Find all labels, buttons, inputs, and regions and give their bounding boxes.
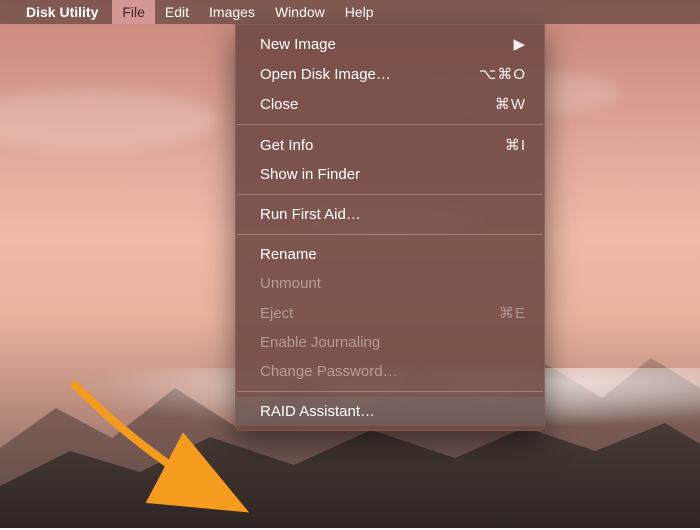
menu-item-run-first-aid[interactable]: Run First Aid…: [236, 200, 544, 229]
menu-item-close[interactable]: Close ⌘W: [236, 89, 544, 119]
menu-item-shortcut: ⌘W: [495, 95, 526, 113]
menu-item-label: Eject: [260, 305, 293, 322]
menu-item-label: RAID Assistant…: [260, 403, 375, 420]
menu-item-shortcut: ⌥⌘O: [479, 65, 526, 83]
menu-item-label: Run First Aid…: [260, 206, 361, 223]
menu-item-rename[interactable]: Rename: [236, 240, 544, 269]
menu-item-label: New Image: [260, 36, 336, 53]
menu-edit[interactable]: Edit: [155, 0, 199, 24]
menu-item-enable-journaling: Enable Journaling: [236, 328, 544, 357]
menu-item-show-in-finder[interactable]: Show in Finder: [236, 160, 544, 189]
menu-window[interactable]: Window: [265, 0, 335, 24]
menu-item-new-image[interactable]: New Image ▶: [236, 29, 544, 59]
menu-item-label: Get Info: [260, 137, 313, 154]
menu-item-shortcut: ⌘E: [499, 304, 526, 322]
menu-item-label: Open Disk Image…: [260, 66, 391, 83]
menu-item-shortcut: ⌘I: [505, 136, 526, 154]
menu-item-eject: Eject ⌘E: [236, 298, 544, 328]
menu-images[interactable]: Images: [199, 0, 265, 24]
submenu-arrow-icon: ▶: [513, 35, 526, 53]
file-menu-dropdown: New Image ▶ Open Disk Image… ⌥⌘O Close ⌘W Get …: [235, 24, 545, 431]
menu-item-open-disk-image[interactable]: Open Disk Image… ⌥⌘O: [236, 59, 544, 89]
menu-item-label: Unmount: [260, 275, 321, 292]
menu-item-change-password: Change Password…: [236, 357, 544, 386]
menu-item-label: Close: [260, 96, 298, 113]
menu-bar: Disk Utility File Edit Images Window Hel…: [0, 0, 700, 24]
app-name[interactable]: Disk Utility: [26, 4, 98, 20]
menu-help[interactable]: Help: [335, 0, 384, 24]
menu-file[interactable]: File: [112, 0, 155, 24]
menu-item-label: Enable Journaling: [260, 334, 380, 351]
menu-item-label: Change Password…: [260, 363, 398, 380]
menu-item-get-info[interactable]: Get Info ⌘I: [236, 130, 544, 160]
menu-item-label: Rename: [260, 246, 317, 263]
menu-separator: [237, 391, 543, 392]
menu-item-label: Show in Finder: [260, 166, 360, 183]
cloud-decoration: [0, 90, 220, 150]
menu-separator: [237, 124, 543, 125]
menu-separator: [237, 194, 543, 195]
menu-separator: [237, 234, 543, 235]
menu-item-raid-assistant[interactable]: RAID Assistant…: [236, 397, 544, 426]
menu-item-unmount: Unmount: [236, 269, 544, 298]
